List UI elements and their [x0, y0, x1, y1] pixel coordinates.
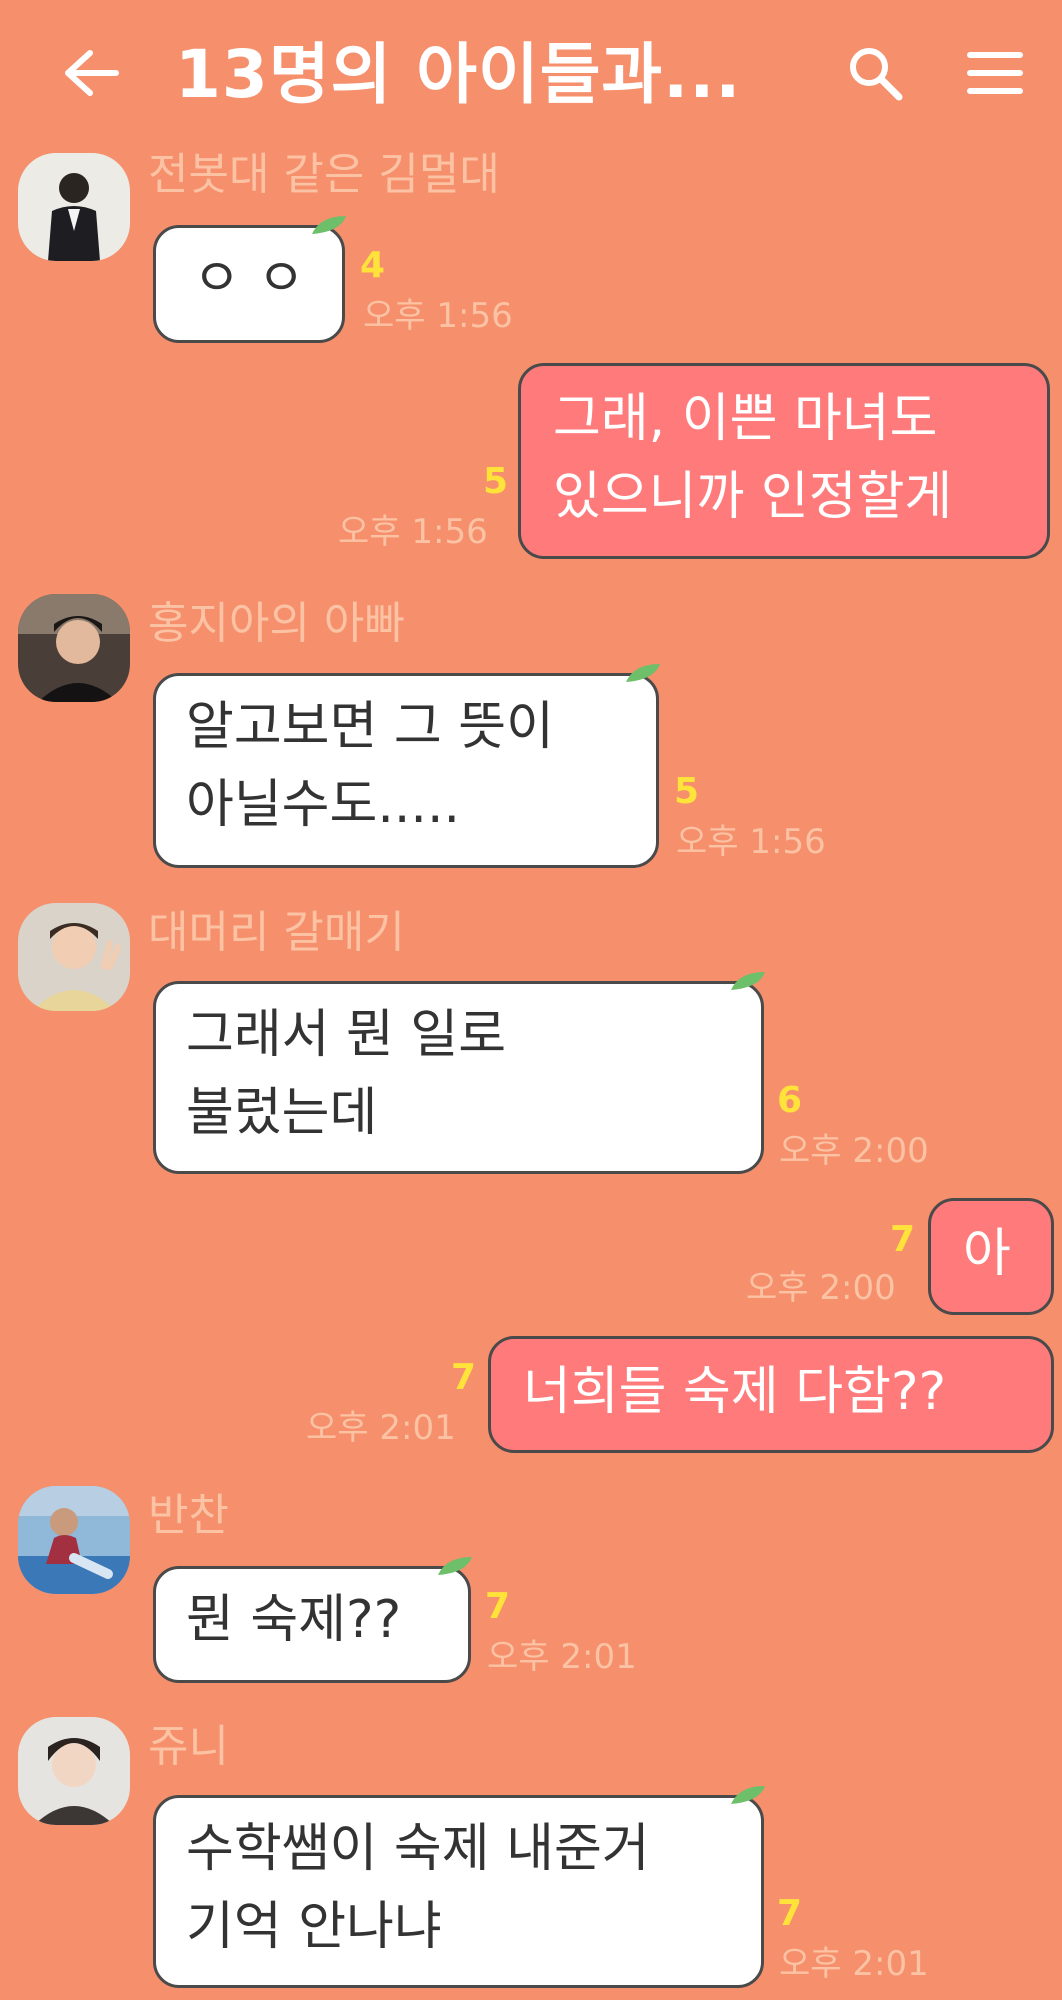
avatar[interactable]: [18, 1717, 130, 1825]
message-text: 너희들 숙제 다함??: [523, 1362, 947, 1422]
unread-count: 7: [890, 1219, 916, 1260]
message-text-line: 수학쌤이 숙제 내준거: [186, 1819, 650, 1879]
leaf-icon: [438, 1557, 472, 1575]
sender-name: 반찬: [148, 1490, 229, 1541]
message-bubble[interactable]: 뭔 숙제??: [153, 1557, 472, 1683]
menu-button[interactable]: [955, 38, 1035, 108]
avatar[interactable]: [18, 153, 130, 261]
message-text-line: 아닐수도.....: [186, 775, 461, 835]
message-text-line: 알고보면 그 뜻이: [186, 697, 554, 757]
avatar[interactable]: [18, 903, 130, 1011]
unread-count: 5: [483, 461, 509, 502]
message-bubble[interactable]: 알고보면 그 뜻이 아닐수도.....: [153, 664, 660, 868]
message-time: 오후 2:00: [746, 1268, 896, 1308]
message-text: ㅇ ㅇ: [192, 249, 306, 309]
sender-name: 쥬니: [148, 1721, 229, 1772]
unread-count: 7: [777, 1893, 803, 1934]
message-text: 아: [963, 1224, 1011, 1284]
message-text-line: 있으니까 인정할게: [553, 467, 953, 527]
avatar-photo: [18, 594, 130, 702]
message-time: 오후 1:56: [676, 822, 826, 862]
message-bubble[interactable]: ㅇ ㅇ: [153, 216, 346, 343]
back-button[interactable]: [50, 38, 130, 108]
chat-title: 13명의 아이들과...: [175, 36, 742, 113]
arrow-left-icon: [65, 50, 119, 96]
unread-count: 6: [777, 1080, 803, 1121]
message-bubble[interactable]: 아: [928, 1198, 1054, 1315]
leaf-icon: [731, 1786, 765, 1804]
unread-count: 7: [485, 1586, 511, 1627]
message-time: 오후 2:00: [779, 1131, 929, 1171]
message-time: 오후 2:01: [779, 1944, 929, 1984]
avatar-photo: [18, 1486, 130, 1594]
message-text-line: 그래서 뭔 일로: [186, 1005, 507, 1065]
message-time: 오후 1:56: [363, 296, 513, 336]
avatar[interactable]: [18, 1486, 130, 1594]
search-icon: [850, 48, 903, 101]
sender-name: 홍지아의 아빠: [148, 598, 405, 649]
avatar-photo: [18, 153, 130, 261]
unread-count: 4: [360, 245, 386, 286]
search-button[interactable]: [840, 38, 910, 108]
avatar-photo: [18, 1717, 130, 1825]
message-bubble[interactable]: 그래서 뭔 일로 불렀는데: [153, 972, 765, 1174]
unread-count: 5: [674, 771, 700, 812]
message-bubble[interactable]: 그래, 이쁜 마녀도 있으니까 인정할게: [518, 363, 1050, 559]
message-text: 뭔 숙제??: [186, 1590, 402, 1650]
hamburger-menu-icon: [967, 52, 1023, 94]
message-time: 오후 2:01: [487, 1637, 637, 1677]
message-bubble[interactable]: 너희들 숙제 다함??: [488, 1336, 1054, 1453]
avatar-photo: [18, 903, 130, 1011]
leaf-icon: [626, 664, 660, 682]
leaf-icon: [731, 972, 765, 990]
sender-name: 대머리 갈매기: [148, 907, 405, 958]
unread-count: 7: [451, 1357, 477, 1398]
sender-name: 전봇대 같은 김멀대: [148, 149, 500, 200]
message-text-line: 불렀는데: [186, 1083, 378, 1143]
message-time: 오후 1:56: [338, 512, 488, 552]
leaf-icon: [312, 216, 346, 234]
message-text-line: 그래, 이쁜 마녀도: [553, 389, 938, 449]
message-bubble[interactable]: 수학쌤이 숙제 내준거 기억 안나냐: [153, 1786, 765, 1988]
chat-header: 13명의 아이들과...: [0, 0, 1062, 150]
message-text-line: 기억 안나냐: [186, 1897, 442, 1957]
message-time: 오후 2:01: [306, 1408, 456, 1448]
avatar[interactable]: [18, 594, 130, 702]
